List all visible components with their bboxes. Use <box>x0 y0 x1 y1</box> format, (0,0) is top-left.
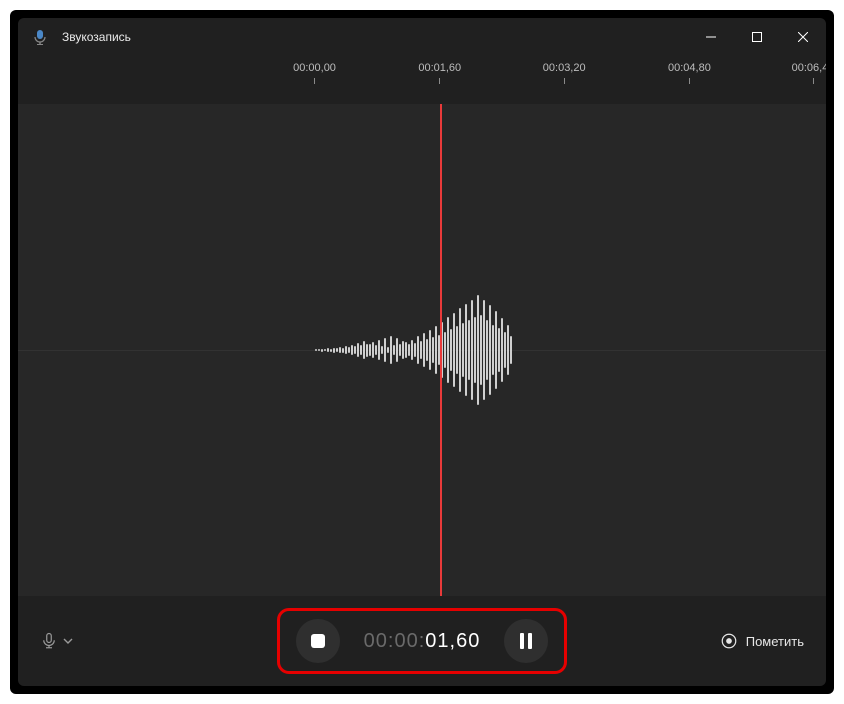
stop-button[interactable] <box>296 619 340 663</box>
mic-selector[interactable] <box>40 632 74 650</box>
bottom-bar: 00:00:01,60 Пометить <box>18 596 826 686</box>
pause-button[interactable] <box>504 619 548 663</box>
marker-icon <box>720 632 738 650</box>
timeline-ruler: 00:00,00 00:01,60 00:03,20 00:04,80 00:06,40 <box>18 56 826 104</box>
maximize-button[interactable] <box>734 21 780 53</box>
minimize-button[interactable] <box>688 21 734 53</box>
playhead[interactable] <box>440 104 442 596</box>
waveform <box>315 295 512 405</box>
app-icon <box>32 29 48 45</box>
timeline-tick: 00:01,60 <box>405 62 475 84</box>
pause-icon <box>520 633 532 649</box>
timeline-tick: 00:04,80 <box>654 62 724 84</box>
microphone-icon <box>40 632 58 650</box>
timeline-tick: 00:06,40 <box>778 62 826 84</box>
mark-button[interactable]: Пометить <box>720 632 804 650</box>
chevron-down-icon <box>62 635 74 647</box>
timeline-tick: 00:03,20 <box>529 62 599 84</box>
app-title: Звукозапись <box>62 30 131 44</box>
app-window: Звукозапись 00:00,0000:01,6000:03,2000:0… <box>18 18 826 686</box>
mark-label: Пометить <box>746 634 804 649</box>
timecode-value: 01,60 <box>425 630 480 652</box>
timecode-display: 00:00:01,60 <box>364 630 481 653</box>
stop-icon <box>311 634 325 648</box>
timeline-tick: 00:00,00 <box>280 62 350 84</box>
title-bar: Звукозапись <box>18 18 826 56</box>
recording-controls-highlight: 00:00:01,60 <box>277 608 568 674</box>
close-button[interactable] <box>780 21 826 53</box>
timecode-prefix: 00:00: <box>364 630 426 652</box>
waveform-area[interactable] <box>18 104 826 596</box>
